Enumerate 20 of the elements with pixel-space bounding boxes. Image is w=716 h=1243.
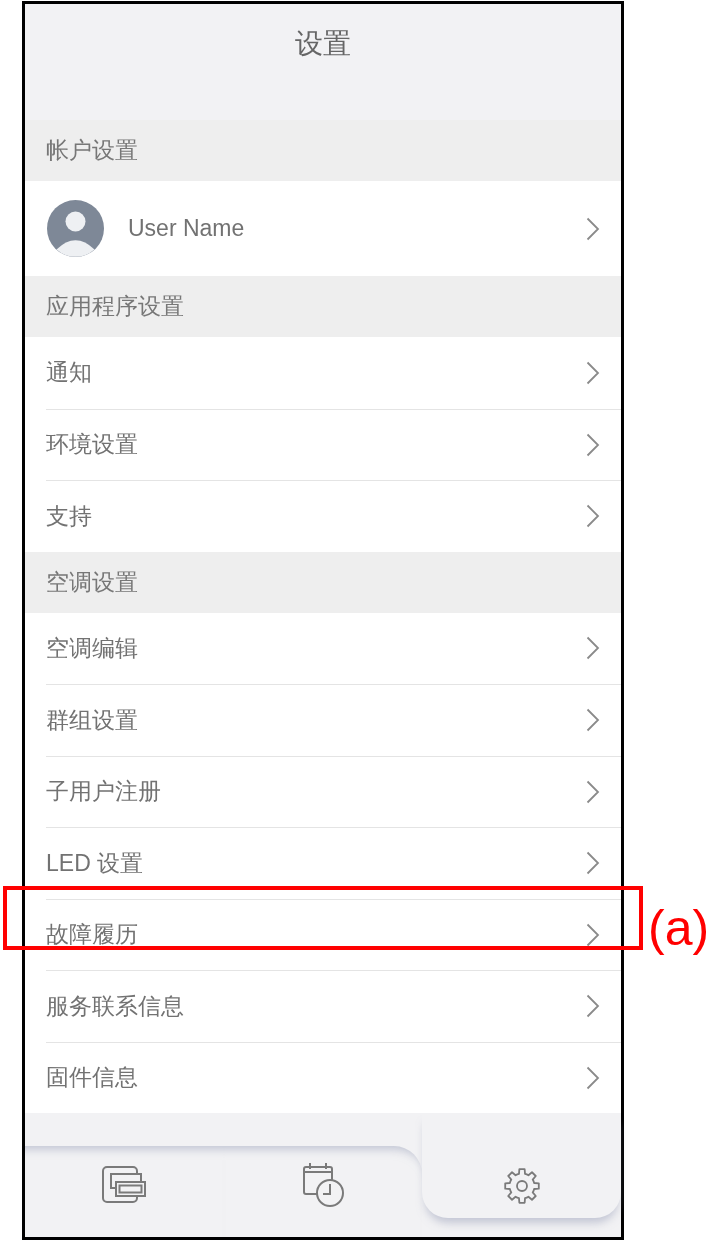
- section-header: 应用程序设置: [25, 276, 621, 337]
- chevron-icon: [586, 216, 600, 241]
- settings-icon: [502, 1167, 541, 1205]
- chevron-icon: [586, 1065, 600, 1090]
- chevron-icon: [586, 432, 600, 457]
- chevron-icon: [586, 922, 600, 947]
- chevron-icon: [586, 504, 600, 529]
- chevron-icon: [586, 994, 600, 1019]
- avatar-icon: [47, 200, 104, 257]
- devices-icon: [102, 1166, 147, 1203]
- chevron-icon: [586, 360, 600, 385]
- chevron-icon: [586, 779, 600, 804]
- chevron-icon: [586, 851, 600, 876]
- section-header: 帐户设置: [25, 120, 621, 181]
- section-header: 空调设置: [25, 551, 621, 613]
- chevron-icon: [586, 636, 600, 661]
- chevron-icon: [586, 708, 600, 733]
- page-title: 设置: [295, 27, 351, 61]
- callout-label: (a): [648, 902, 710, 953]
- calendar-clock-icon: [300, 1161, 346, 1207]
